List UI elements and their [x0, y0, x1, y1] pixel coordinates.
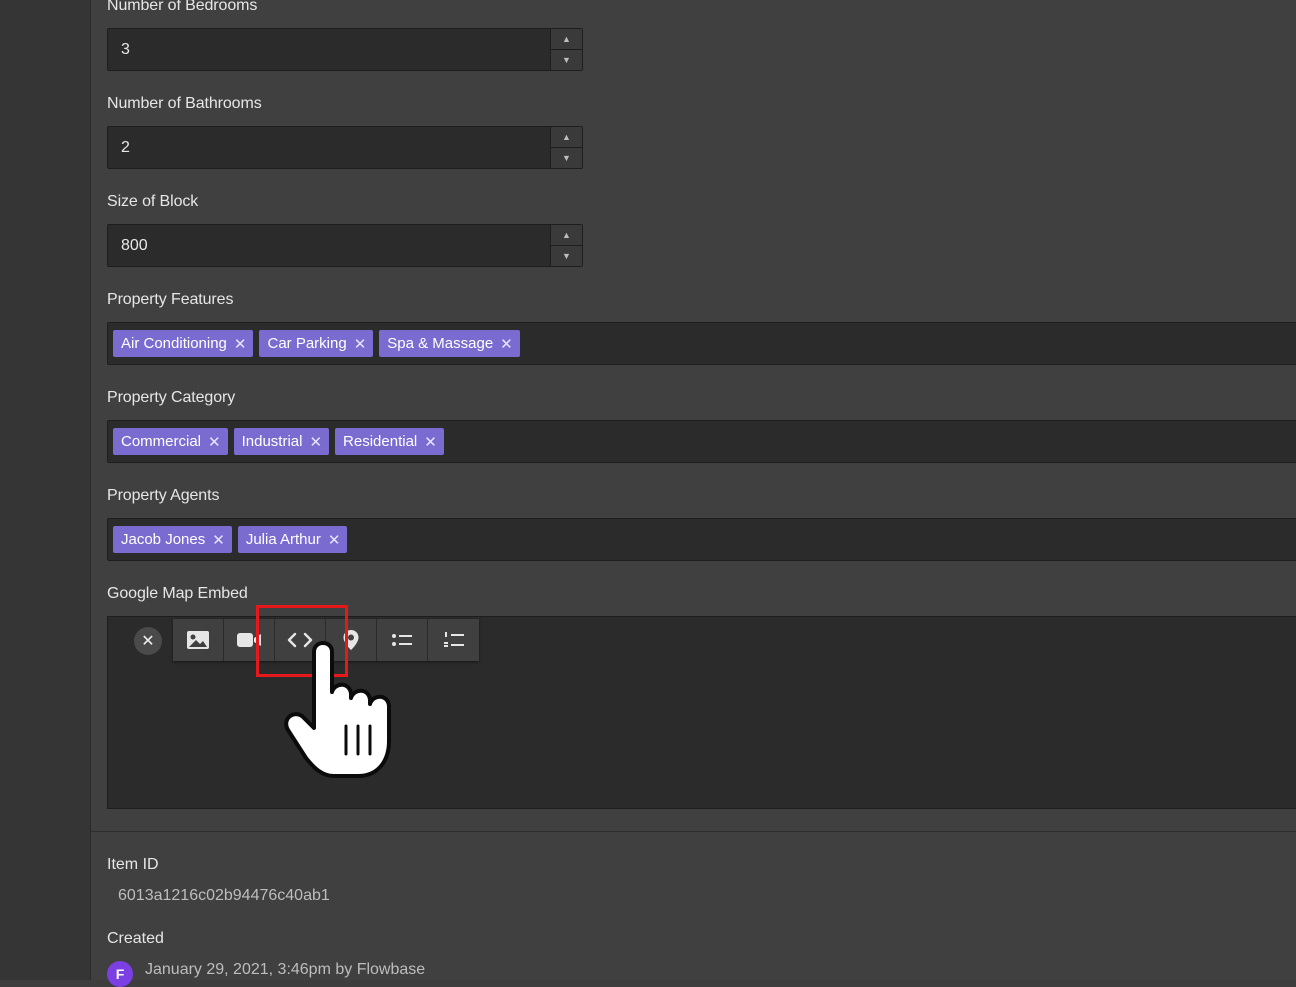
agents-tag-list: Jacob Jones ✕ Julia Arthur ✕	[113, 526, 348, 553]
remove-tag-icon[interactable]: ✕	[424, 433, 437, 451]
block-size-spinner: ▲ ▼	[550, 225, 582, 266]
caret-up-icon: ▲	[562, 34, 571, 44]
remove-tag-icon[interactable]: ✕	[309, 433, 322, 451]
insert-bulleted-list-button[interactable]	[377, 619, 428, 661]
block-size-input[interactable]: 800 ▲ ▼	[107, 224, 583, 267]
bedrooms-input[interactable]: 3 ▲ ▼	[107, 28, 583, 71]
remove-tag-icon[interactable]: ✕	[354, 335, 367, 353]
avatar: F	[107, 961, 133, 987]
caret-up-icon: ▲	[562, 132, 571, 142]
category-multiselect[interactable]: Commercial ✕ Industrial ✕ Residential ✕	[107, 420, 1296, 463]
tag-label: Industrial	[241, 433, 303, 450]
tag-label: Commercial	[121, 433, 202, 450]
remove-tag-icon[interactable]: ✕	[234, 335, 247, 353]
tag-label: Spa & Massage	[387, 335, 494, 352]
tag-spa-massage: Spa & Massage ✕	[379, 330, 520, 357]
block-size-increment-button[interactable]: ▲	[551, 225, 582, 246]
insert-numbered-list-button[interactable]	[428, 619, 479, 661]
remove-tag-icon[interactable]: ✕	[500, 335, 513, 353]
agents-label: Property Agents	[107, 487, 220, 504]
tag-air-conditioning: Air Conditioning ✕	[113, 330, 254, 357]
code-embed-icon	[287, 632, 313, 648]
features-label: Property Features	[107, 291, 234, 308]
item-id-value: 6013a1216c02b94476c40ab1	[118, 887, 330, 904]
bathrooms-spinner: ▲ ▼	[550, 127, 582, 168]
bathrooms-value: 2	[121, 139, 130, 156]
tag-jacob-jones: Jacob Jones ✕	[113, 526, 232, 553]
category-label: Property Category	[107, 389, 236, 406]
bedrooms-value: 3	[121, 41, 130, 58]
bathrooms-label: Number of Bathrooms	[107, 95, 262, 112]
caret-up-icon: ▲	[562, 230, 571, 240]
section-divider	[91, 831, 1296, 832]
bedrooms-decrement-button[interactable]: ▼	[551, 50, 582, 70]
tag-label: Car Parking	[267, 335, 347, 352]
bathrooms-input[interactable]: 2 ▲ ▼	[107, 126, 583, 169]
image-icon	[187, 631, 209, 649]
numbered-list-icon	[443, 632, 464, 647]
bulleted-list-icon	[392, 634, 412, 646]
tag-commercial: Commercial ✕	[113, 428, 228, 455]
remove-tag-icon[interactable]: ✕	[212, 531, 225, 549]
caret-down-icon: ▼	[562, 55, 571, 65]
tag-label: Residential	[343, 433, 418, 450]
caret-down-icon: ▼	[562, 251, 571, 261]
insert-image-button[interactable]	[173, 619, 224, 661]
remove-tag-icon[interactable]: ✕	[328, 531, 341, 549]
tag-label: Julia Arthur	[245, 531, 321, 548]
tag-car-parking: Car Parking ✕	[259, 330, 374, 357]
insert-media-toolbar	[173, 619, 479, 661]
tag-julia-arthur: Julia Arthur ✕	[237, 526, 348, 553]
bedrooms-increment-button[interactable]: ▲	[551, 29, 582, 50]
map-pin-icon	[343, 630, 359, 650]
tag-label: Air Conditioning	[121, 335, 227, 352]
block-size-value: 800	[121, 237, 148, 254]
map-embed-label: Google Map Embed	[107, 585, 248, 602]
tag-label: Jacob Jones	[121, 531, 206, 548]
features-multiselect[interactable]: Air Conditioning ✕ Car Parking ✕ Spa & M…	[107, 322, 1296, 365]
features-tag-list: Air Conditioning ✕ Car Parking ✕ Spa & M…	[113, 330, 520, 357]
insert-embed-button[interactable]	[275, 619, 326, 661]
insert-map-button[interactable]	[326, 619, 377, 661]
remove-tag-icon[interactable]: ✕	[208, 433, 221, 451]
tag-industrial: Industrial ✕	[233, 428, 330, 455]
close-toolbar-button[interactable]: ✕	[134, 627, 162, 655]
block-size-label: Size of Block	[107, 193, 199, 210]
created-value: January 29, 2021, 3:46pm by Flowbase	[145, 961, 426, 978]
agents-multiselect[interactable]: Jacob Jones ✕ Julia Arthur ✕	[107, 518, 1296, 561]
tag-residential: Residential ✕	[335, 428, 444, 455]
caret-down-icon: ▼	[562, 153, 571, 163]
item-id-label: Item ID	[107, 856, 159, 873]
video-icon	[237, 633, 261, 647]
bathrooms-decrement-button[interactable]: ▼	[551, 148, 582, 168]
insert-video-button[interactable]	[224, 619, 275, 661]
bathrooms-increment-button[interactable]: ▲	[551, 127, 582, 148]
left-gutter	[0, 0, 91, 980]
block-size-decrement-button[interactable]: ▼	[551, 246, 582, 266]
category-tag-list: Commercial ✕ Industrial ✕ Residential ✕	[113, 428, 444, 455]
close-icon: ✕	[141, 633, 155, 650]
created-label: Created	[107, 930, 164, 947]
bedrooms-spinner: ▲ ▼	[550, 29, 582, 70]
bedrooms-label: Number of Bedrooms	[107, 0, 258, 14]
